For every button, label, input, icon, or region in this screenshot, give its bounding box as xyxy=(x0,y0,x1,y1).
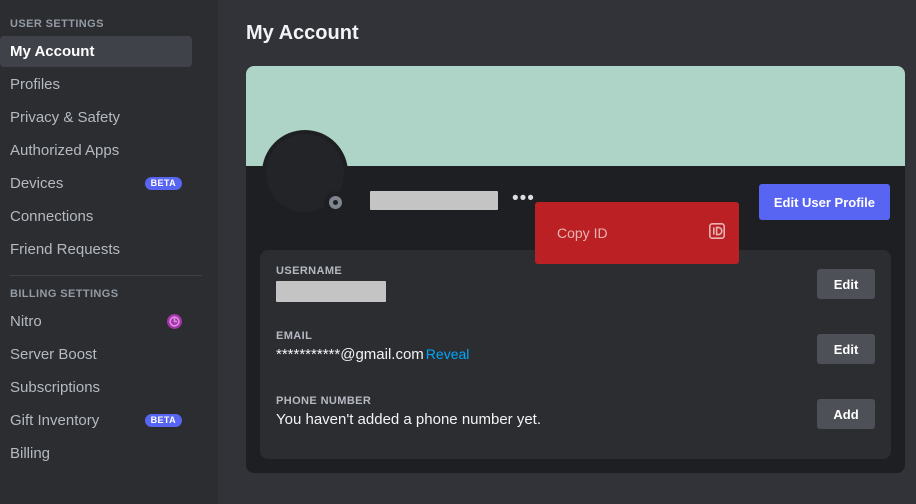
status-badge xyxy=(324,191,346,213)
sidebar-section-header-user-settings: USER SETTINGS xyxy=(10,18,104,30)
sidebar-section-user-settings: USER SETTINGS My Account Profiles Privac… xyxy=(0,18,218,265)
field-value-email-wrapper: ***********@gmail.com Reveal xyxy=(276,346,875,363)
sidebar-item-label: Connections xyxy=(10,208,94,225)
edit-username-button[interactable]: Edit xyxy=(817,269,875,299)
sidebar-item-subscriptions[interactable]: Subscriptions xyxy=(0,372,192,403)
edit-user-profile-button[interactable]: Edit User Profile xyxy=(758,184,890,220)
sidebar-section-billing-settings: BILLING SETTINGS Nitro Server Boost Subs… xyxy=(0,288,218,469)
add-phone-number-button[interactable]: Add xyxy=(817,399,875,429)
settings-sidebar: USER SETTINGS My Account Profiles Privac… xyxy=(0,0,218,504)
sidebar-item-nitro[interactable]: Nitro xyxy=(0,306,192,337)
field-label-username: USERNAME xyxy=(276,265,343,277)
sidebar-item-billing[interactable]: Billing xyxy=(0,438,192,469)
account-fields-card: USERNAME Edit EMAIL ***********@gmail.co… xyxy=(260,250,891,459)
field-value-phone-number: You haven't added a phone number yet. xyxy=(276,411,542,428)
sidebar-item-label: Gift Inventory xyxy=(10,412,100,429)
account-card: ••• Copy ID Edit User Profile USERNAME E… xyxy=(246,66,905,473)
sidebar-item-privacy-and-safety[interactable]: Privacy & Safety xyxy=(0,102,192,133)
field-row-phone-number: PHONE NUMBER You haven't added a phone n… xyxy=(276,395,875,441)
sidebar-item-devices[interactable]: Devices BETA xyxy=(0,168,192,199)
id-card-icon xyxy=(709,222,725,244)
copy-id-menu-item[interactable]: Copy ID xyxy=(535,202,739,264)
sidebar-item-friend-requests[interactable]: Friend Requests xyxy=(0,234,192,265)
sidebar-item-label: Subscriptions xyxy=(10,379,101,396)
more-options-icon[interactable]: ••• xyxy=(512,189,535,208)
field-value-username-redacted xyxy=(276,281,386,302)
sidebar-item-server-boost[interactable]: Server Boost xyxy=(0,339,192,370)
sidebar-item-connections[interactable]: Connections xyxy=(0,201,192,232)
profile-banner xyxy=(246,66,905,166)
avatar[interactable] xyxy=(262,130,348,216)
page-title: My Account xyxy=(246,22,359,44)
username-display-redacted xyxy=(370,191,498,210)
field-label-email: EMAIL xyxy=(276,330,313,342)
copy-id-label: Copy ID xyxy=(557,225,608,241)
field-row-username: USERNAME Edit xyxy=(276,265,875,311)
sidebar-item-label: Server Boost xyxy=(10,346,97,363)
sidebar-item-label: My Account xyxy=(10,43,95,60)
field-label-phone-number: PHONE NUMBER xyxy=(276,395,372,407)
sidebar-item-profiles[interactable]: Profiles xyxy=(0,69,192,100)
sidebar-item-label: Devices xyxy=(10,175,64,192)
nitro-icon xyxy=(167,314,182,329)
edit-email-button[interactable]: Edit xyxy=(817,334,875,364)
field-value-email: ***********@gmail.com xyxy=(276,346,424,363)
sidebar-divider xyxy=(10,275,202,276)
sidebar-item-label: Friend Requests xyxy=(10,241,121,258)
beta-badge: BETA xyxy=(144,414,182,427)
sidebar-item-gift-inventory[interactable]: Gift Inventory BETA xyxy=(0,405,192,436)
sidebar-item-label: Billing xyxy=(10,445,51,462)
sidebar-item-label: Privacy & Safety xyxy=(10,109,121,126)
status-offline-icon xyxy=(328,195,342,209)
sidebar-item-my-account[interactable]: My Account xyxy=(0,36,192,67)
reveal-email-link[interactable]: Reveal xyxy=(426,346,470,362)
main-content: My Account ••• Copy ID Edit User Profile… xyxy=(218,0,916,504)
sidebar-item-authorized-apps[interactable]: Authorized Apps xyxy=(0,135,192,166)
field-row-email: EMAIL ***********@gmail.com Reveal Edit xyxy=(276,330,875,376)
beta-badge: BETA xyxy=(144,177,182,190)
sidebar-section-header-billing-settings: BILLING SETTINGS xyxy=(10,288,119,300)
sidebar-item-label: Nitro xyxy=(10,313,42,330)
sidebar-item-label: Authorized Apps xyxy=(10,142,120,159)
sidebar-item-label: Profiles xyxy=(10,76,61,93)
profile-row: ••• Copy ID Edit User Profile xyxy=(246,130,905,264)
